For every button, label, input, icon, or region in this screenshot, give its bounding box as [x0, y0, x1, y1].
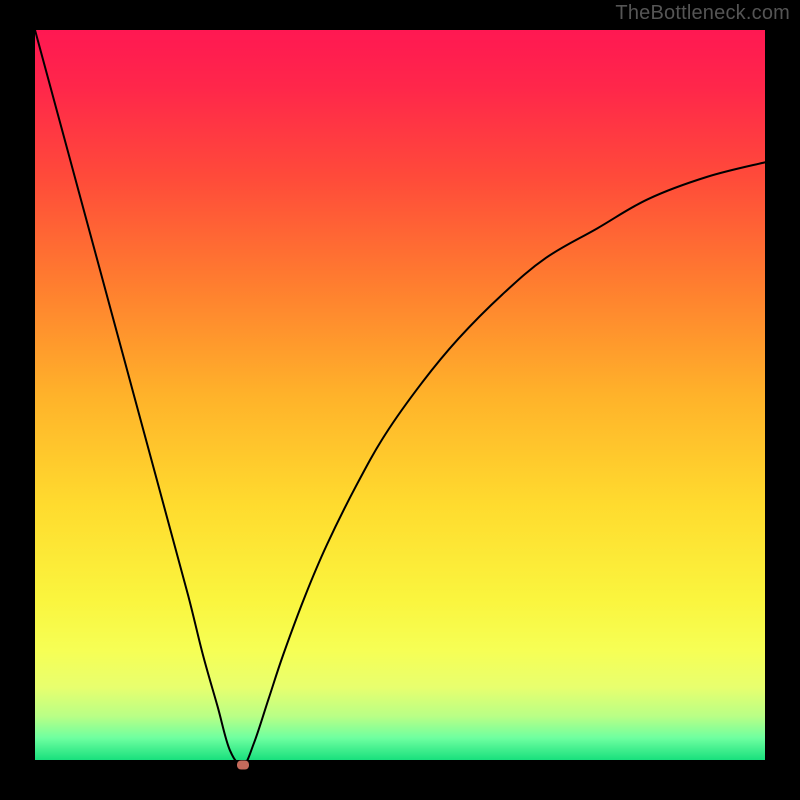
bottleneck-curve [35, 30, 765, 765]
chart-frame: TheBottleneck.com [0, 0, 800, 800]
minimum-marker [237, 761, 249, 770]
plot-area [35, 30, 765, 765]
watermark-text: TheBottleneck.com [615, 2, 790, 25]
